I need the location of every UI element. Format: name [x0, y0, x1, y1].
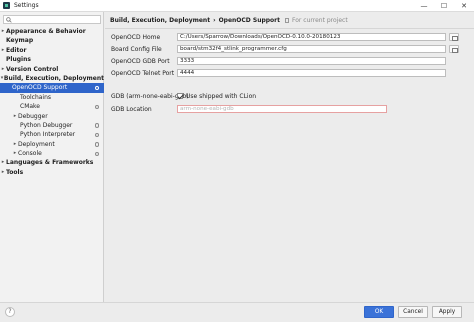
- dialog-footer: ? OK Cancel Apply: [0, 302, 474, 322]
- tree-item-keymap[interactable]: Keymap: [0, 36, 104, 45]
- tree-item-label: Languages & Frameworks: [6, 159, 94, 167]
- board-config-label: Board Config File: [111, 46, 162, 53]
- close-button[interactable]: ✕: [454, 0, 474, 12]
- tree-item-languages[interactable]: ▸ Languages & Frameworks: [0, 158, 104, 167]
- openocd-home-field[interactable]: C:/Users/Sparrow/Downloads/OpenOCD-0.10.…: [177, 33, 446, 41]
- gdb-port-label: OpenOCD GDB Port: [111, 58, 170, 65]
- tree-item-label: Editor: [6, 46, 27, 54]
- tree-item-label: Build, Execution, Deployment: [3, 74, 104, 82]
- tree-item-console[interactable]: ▸ Console: [0, 149, 104, 158]
- project-settings-icon: [94, 104, 99, 110]
- tree-item-deployment[interactable]: ▸ Deployment: [0, 140, 104, 149]
- tree-item-label: OpenOCD Support: [12, 84, 68, 92]
- breadcrumb-separator: ›: [213, 17, 216, 24]
- tree-item-tools[interactable]: ▸ Tools: [0, 168, 104, 177]
- tree-item-label: Toolchains: [20, 93, 52, 101]
- tree-item-label: Python Interpreter: [20, 131, 76, 139]
- use-shipped-checkbox[interactable]: [177, 93, 183, 99]
- tree-item-cmake[interactable]: CMake: [0, 102, 104, 111]
- tree-item-openocd-support[interactable]: OpenOCD Support: [0, 83, 104, 93]
- board-config-field[interactable]: board/stm32f4_stlink_programmer.cfg: [177, 45, 446, 53]
- window-controls: — ☐ ✕: [414, 0, 474, 12]
- tree-item-version-control[interactable]: ▸ Version Control: [0, 65, 104, 74]
- tree-item-label: Python Debugger: [20, 121, 73, 129]
- tree-item-label: Appearance & Behavior: [6, 28, 86, 35]
- minimize-button[interactable]: —: [414, 0, 434, 12]
- breadcrumb-current: OpenOCD Support: [218, 17, 281, 24]
- settings-sidebar: ▸ Appearance & Behavior Keymap ▸ Editor Pl…: [0, 12, 104, 302]
- project-settings-icon: [94, 132, 99, 138]
- tree-item-label: Deployment: [18, 140, 55, 148]
- board-config-browse-button[interactable]: [449, 45, 459, 53]
- tree-item-label: Console: [18, 150, 42, 158]
- gdb-location-field[interactable]: arm-none-eabi-gdb: [177, 105, 387, 113]
- title-bar: Settings — ☐ ✕: [0, 0, 474, 12]
- tree-item-label: Keymap: [6, 37, 34, 45]
- header-divider: [105, 28, 474, 29]
- settings-search-input[interactable]: [3, 15, 101, 24]
- cancel-button[interactable]: Cancel: [398, 306, 428, 318]
- project-file-icon: [285, 18, 290, 23]
- help-button[interactable]: ?: [5, 307, 15, 317]
- scope-indicator: For current project: [285, 17, 348, 24]
- tree-item-debugger[interactable]: ▸ Debugger: [0, 112, 104, 121]
- telnet-port-field[interactable]: 4444: [177, 69, 446, 77]
- tree-item-appearance[interactable]: ▸ Appearance & Behavior: [0, 27, 104, 36]
- gdb-port-field[interactable]: 3333: [177, 57, 446, 65]
- settings-tree: ▸ Appearance & Behavior Keymap ▸ Editor Pl…: [0, 27, 104, 177]
- tree-item-label: CMake: [20, 103, 40, 111]
- project-settings-icon: [94, 151, 99, 157]
- window-title: Settings: [14, 2, 39, 9]
- search-icon: [6, 16, 12, 23]
- project-settings-icon: [94, 142, 99, 147]
- use-shipped-label[interactable]: Use shipped with CLion: [186, 93, 256, 100]
- tree-item-toolchains[interactable]: Toolchains: [0, 93, 104, 102]
- project-settings-icon: [94, 85, 99, 91]
- breadcrumb: Build, Execution, Deployment › OpenOCD S…: [110, 17, 348, 24]
- project-settings-icon: [94, 123, 99, 128]
- settings-panel: Build, Execution, Deployment › OpenOCD S…: [105, 12, 474, 302]
- apply-button[interactable]: Apply: [432, 306, 462, 318]
- tree-item-label: Debugger: [18, 112, 48, 120]
- app-icon: [3, 2, 10, 9]
- scope-label: For current project: [292, 17, 348, 24]
- maximize-button[interactable]: ☐: [434, 0, 454, 12]
- tree-item-label: Version Control: [6, 65, 59, 73]
- tree-item-python-interpreter[interactable]: Python Interpreter: [0, 130, 104, 139]
- breadcrumb-parent: Build, Execution, Deployment: [110, 17, 211, 24]
- tree-item-plugins[interactable]: Plugins: [0, 55, 104, 64]
- tree-item-label: Tools: [6, 168, 24, 176]
- telnet-port-label: OpenOCD Telnet Port: [111, 70, 175, 77]
- tree-item-python-debugger[interactable]: Python Debugger: [0, 121, 104, 130]
- openocd-home-browse-button[interactable]: [449, 33, 459, 41]
- ok-button[interactable]: OK: [364, 306, 394, 318]
- tree-item-label: Plugins: [6, 56, 31, 64]
- tree-item-editor[interactable]: ▸ Editor: [0, 46, 104, 55]
- gdb-location-label: GDB Location: [111, 106, 152, 113]
- openocd-home-label: OpenOCD Home: [111, 34, 161, 41]
- tree-item-build-execution[interactable]: ▾ Build, Execution, Deployment: [0, 74, 104, 83]
